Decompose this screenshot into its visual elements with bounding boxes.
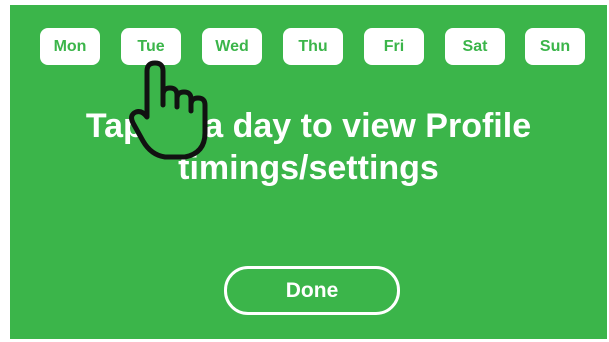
day-button-mon[interactable]: Mon [40, 28, 100, 65]
hand-pointer-icon [129, 60, 208, 160]
overlay-panel: Mon Tue Wed Thu Fri Sat Sun Tap on a day… [10, 5, 607, 339]
instruction-text: Tap on a day to view Profile timings/set… [10, 105, 607, 189]
done-button[interactable]: Done [224, 266, 400, 315]
day-selector: Mon Tue Wed Thu Fri Sat Sun [40, 28, 585, 65]
instruction-line-2: timings/settings [178, 149, 439, 187]
day-button-fri[interactable]: Fri [364, 28, 424, 65]
day-button-thu[interactable]: Thu [283, 28, 343, 65]
day-button-sat[interactable]: Sat [445, 28, 505, 65]
instruction-line-1: Tap on a day to view Profile [85, 107, 532, 145]
day-button-sun[interactable]: Sun [525, 28, 585, 65]
